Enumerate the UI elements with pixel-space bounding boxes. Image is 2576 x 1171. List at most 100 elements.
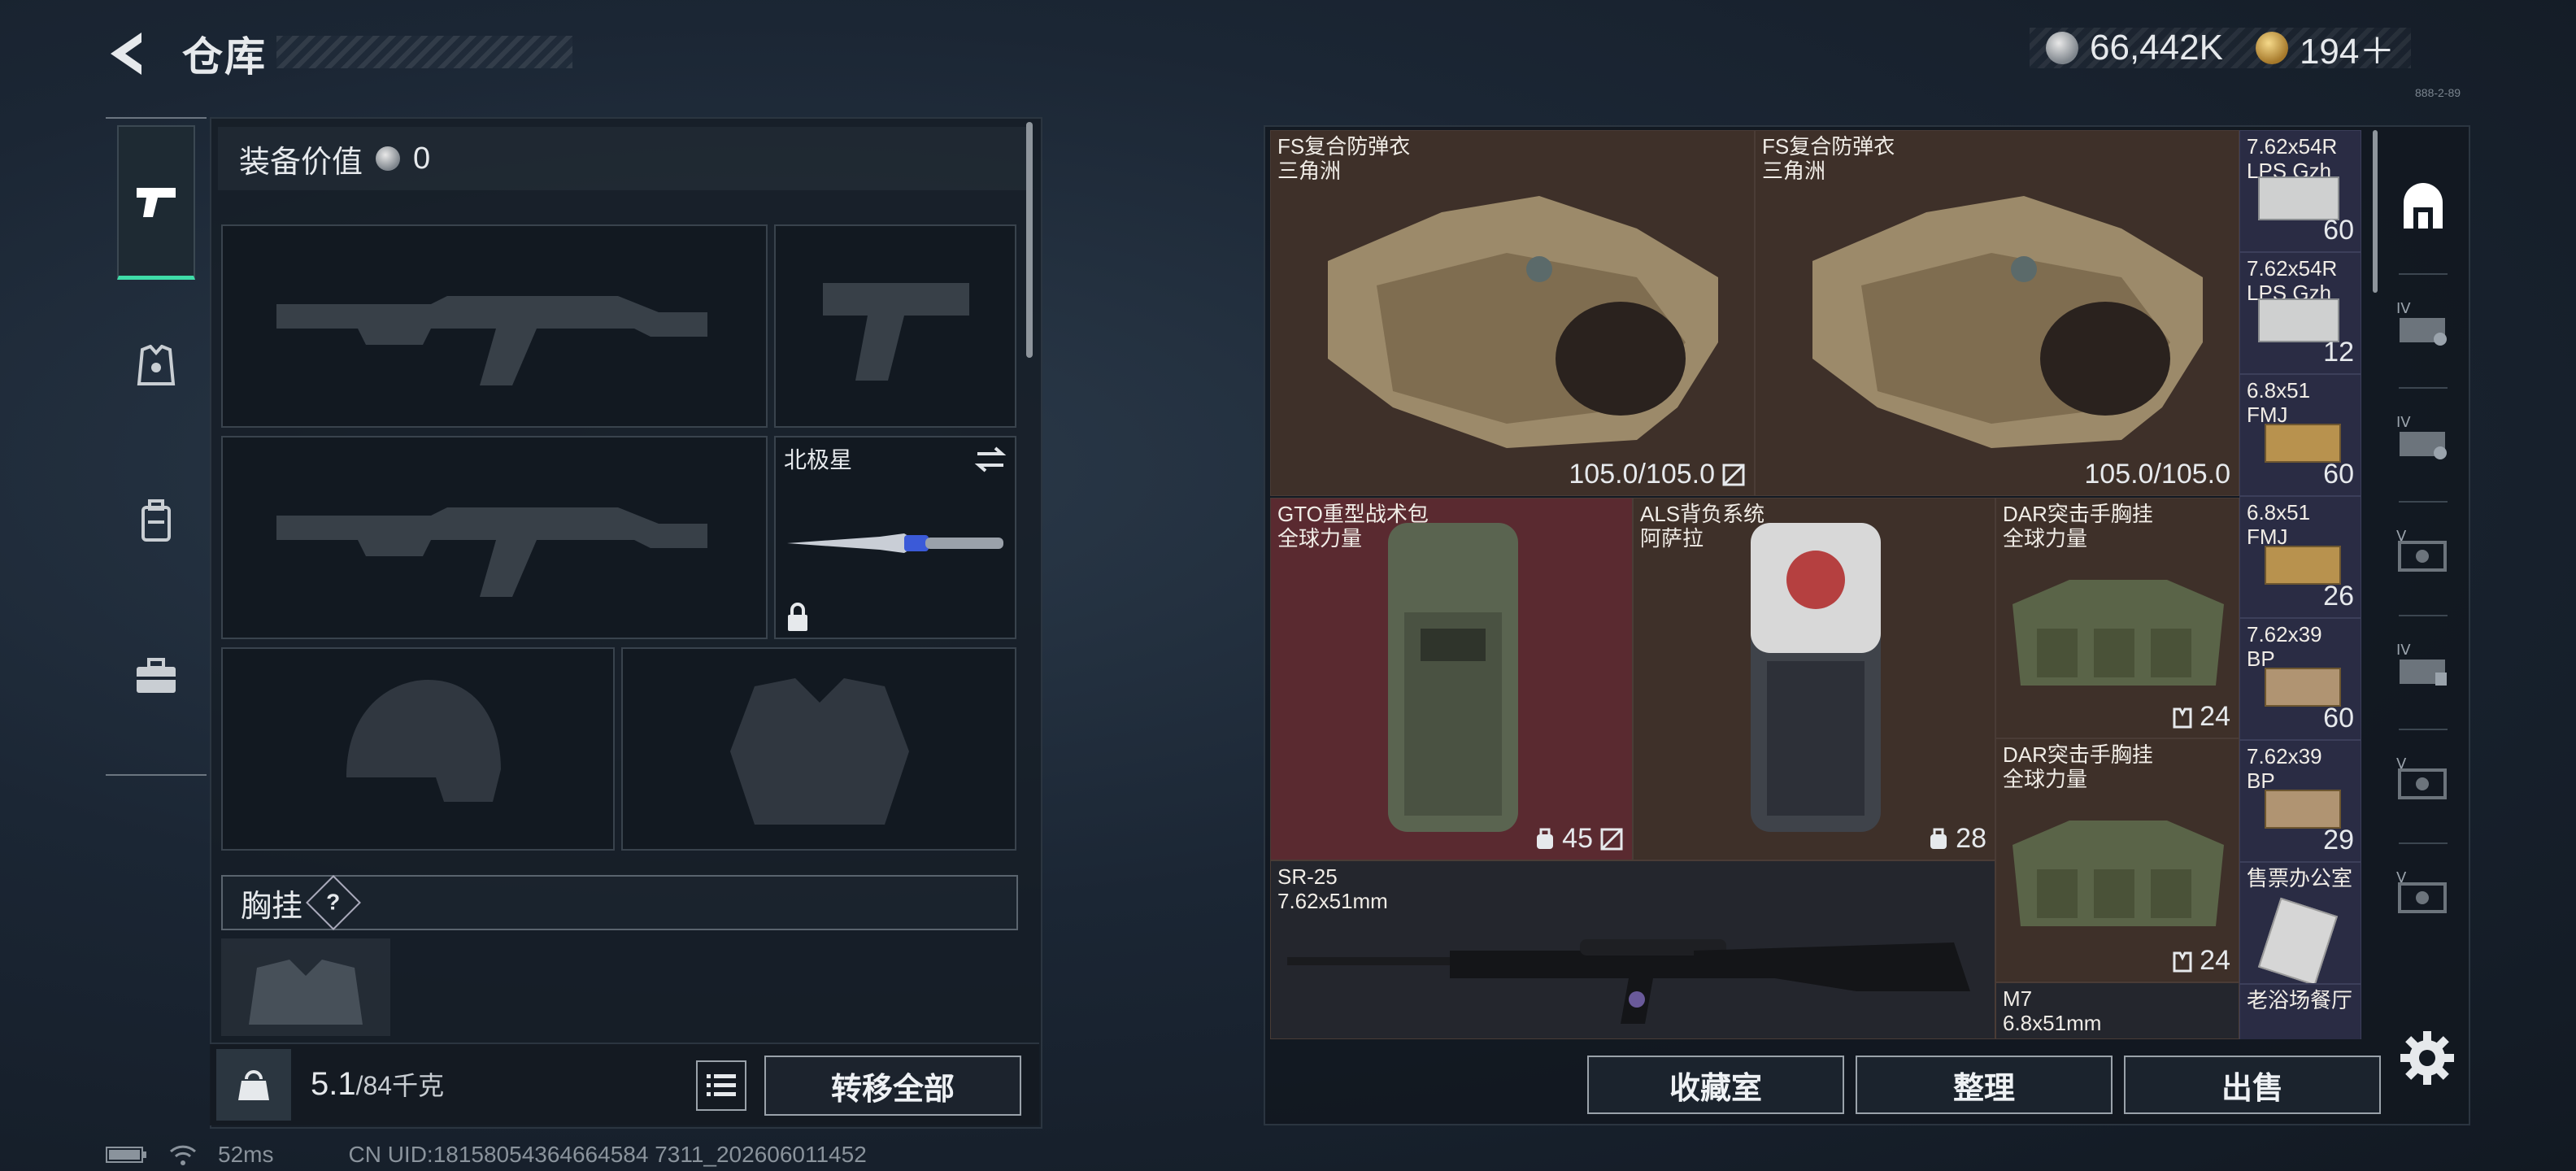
stash-tab-4c[interactable]: IV [2391, 620, 2456, 709]
chest-rig-label: 胸挂 [241, 889, 303, 924]
battery-icon [106, 1147, 146, 1163]
stash-expansion-icon: IV [2396, 642, 2447, 686]
primary-weapon-slot[interactable] [221, 224, 768, 428]
svg-text:IV: IV [2396, 414, 2411, 431]
stash-tab-4b[interactable]: IV [2391, 392, 2456, 481]
gold-amount[interactable]: 194＋ [2300, 22, 2395, 74]
stash-item-backpack[interactable]: ALS背负系统 阿萨拉 28 [1633, 498, 1995, 860]
organize-button[interactable]: 整理 [1856, 1056, 2113, 1114]
capacity: 45 [1534, 823, 1624, 855]
chest-rig-image [2012, 821, 2224, 926]
melee-slot[interactable]: 北极星 [774, 436, 1016, 639]
stash-item-armor-vest[interactable]: FS复合防弹衣 三角洲 105.0/105.0 [1270, 130, 1755, 496]
stash-item-backpack[interactable]: GTO重型战术包 全球力量 45 [1270, 498, 1633, 860]
armor-vest-icon [137, 345, 176, 385]
settings-gear-icon[interactable] [2397, 1028, 2457, 1088]
item-name: 老浴场餐厅 [2247, 988, 2353, 1012]
helmet-slot[interactable] [221, 647, 615, 851]
stash-item-armor-vest[interactable]: FS复合防弹衣 三角洲 105.0/105.0 [1755, 130, 2239, 496]
backpack-icon [141, 499, 171, 542]
stash-item-ammo[interactable]: 7.62x54R LPS Gzh 12 [2239, 252, 2361, 374]
equipment-value-label: 装备价值 [239, 145, 363, 180]
stash-expansion-icon: V [2396, 755, 2447, 799]
rifle-silhouette-icon [276, 296, 707, 385]
stash-tab-4[interactable]: IV [2391, 278, 2456, 368]
equipment-value: 0 [413, 141, 431, 176]
category-tabs [106, 117, 207, 776]
weight-icon [216, 1049, 291, 1121]
not-repairable-icon [1722, 464, 1745, 485]
kettlebell-icon [238, 1070, 269, 1100]
equipment-panel: 装备价值 0 北极星 胸挂 ? [210, 117, 1042, 1129]
ammo-count: 26 [2323, 581, 2354, 612]
stash-expansion-icon: V [2396, 528, 2447, 572]
item-name: SR-25 7.62x51mm [1277, 864, 1388, 913]
item-name: 7.62x54R LPS Gzh [2247, 256, 2338, 305]
capacity: 24 [2172, 701, 2230, 733]
stash-scrollbar[interactable] [2373, 130, 2378, 293]
stash-tab-5c[interactable]: V [2391, 847, 2456, 937]
stash-panel: FS复合防弹衣 三角洲 105.0/105.0 FS复合防弹衣 三角洲 105.… [1264, 125, 2470, 1125]
ammo-box-image [2265, 668, 2341, 707]
silver-amount: 66,442K [2090, 28, 2223, 67]
stash-item-ammo[interactable]: 7.62x39 BP 29 [2239, 740, 2361, 862]
weight-max: /84千克 [355, 1071, 445, 1100]
ammo-box-image [2265, 424, 2341, 463]
stash-item-rifle[interactable]: M7 6.8x51mm [1995, 982, 2239, 1039]
back-arrow-icon[interactable] [104, 29, 153, 78]
helmet-silhouette-icon [346, 680, 501, 802]
transfer-all-button[interactable]: 转移全部 [764, 1056, 1021, 1116]
ammo-count: 29 [2323, 825, 2354, 855]
stash-item-chest-rig[interactable]: DAR突击手胸挂 全球力量 24 [1995, 738, 2239, 982]
equipment-value-bar: 装备价值 0 [218, 127, 1026, 190]
lock-icon [788, 603, 807, 631]
build-tag: 888-2-89 [2415, 86, 2461, 99]
equipment-scrollbar[interactable] [1026, 122, 1033, 358]
tab-case[interactable] [117, 599, 195, 753]
stash-item-key[interactable]: 老浴场餐厅 [2239, 984, 2361, 1039]
item-name: DAR突击手胸挂 全球力量 [2003, 502, 2153, 551]
stash-item-ammo[interactable]: 7.62x39 BP 60 [2239, 618, 2361, 740]
currency-display: 66,442K 194＋ [2030, 28, 2412, 72]
ping: 52ms [218, 1142, 274, 1167]
tab-backpack[interactable] [117, 444, 195, 599]
briefcase-icon [137, 658, 176, 693]
tab-weapons[interactable] [117, 125, 195, 280]
chest-rig-slot[interactable] [221, 938, 390, 1036]
stash-item-rifle[interactable]: SR-25 7.62x51mm [1270, 860, 1995, 1039]
bag-capacity-icon [1537, 828, 1554, 849]
wifi-icon [169, 1145, 197, 1165]
secondary-weapon-slot[interactable] [221, 436, 768, 639]
tab-armor[interactable] [117, 289, 195, 444]
item-name: 6.8x51 FMJ [2247, 378, 2311, 427]
stash-tab-5b[interactable]: V [2391, 734, 2456, 823]
rifle-silhouette-icon [276, 507, 707, 597]
body-armor-slot[interactable] [621, 647, 1016, 851]
ammo-count: 60 [2323, 703, 2354, 734]
ammo-box-image [2265, 790, 2341, 829]
pistol-silhouette-icon [823, 283, 969, 381]
swap-arrows-icon[interactable] [974, 446, 1007, 473]
list-view-button[interactable] [696, 1060, 746, 1111]
rig-capacity-icon [2173, 707, 2192, 728]
armor-vest-image [1812, 196, 2203, 448]
not-repairable-icon [1600, 828, 1623, 850]
sniper-rifle-image [1287, 939, 1970, 1024]
stash-home-icon [2404, 183, 2443, 229]
stash-item-ammo[interactable]: 7.62x54R LPS Gzh 60 [2239, 130, 2361, 252]
stash-grid: FS复合防弹衣 三角洲 105.0/105.0 FS复合防弹衣 三角洲 105.… [1270, 130, 2373, 1039]
sell-button[interactable]: 出售 [2124, 1056, 2381, 1114]
backpack-image [1388, 523, 1518, 832]
stash-item-ammo[interactable]: 6.8x51 FMJ 26 [2239, 496, 2361, 618]
keycard-image [2257, 897, 2339, 983]
collection-room-button[interactable]: 收藏室 [1587, 1056, 1844, 1114]
stash-item-key[interactable]: 售票办公室 [2239, 862, 2361, 984]
stash-item-chest-rig[interactable]: DAR突击手胸挂 全球力量 24 [1995, 498, 2239, 738]
help-icon[interactable]: ? [306, 875, 361, 930]
stash-item-ammo[interactable]: 6.8x51 FMJ 60 [2239, 374, 2361, 496]
pistol-slot[interactable] [774, 224, 1016, 428]
silver-coin-icon [376, 146, 401, 171]
stash-tab-5[interactable]: V [2391, 506, 2456, 595]
ammo-box-image [2265, 546, 2341, 585]
stash-tab-main[interactable] [2391, 163, 2456, 252]
